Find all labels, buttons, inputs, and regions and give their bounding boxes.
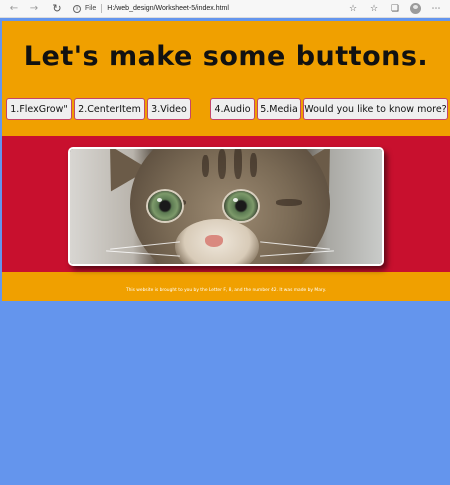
browser-toolbar: ← → ↻ i File H:/web_design/Worksheet-5/i… <box>0 0 450 18</box>
cat-nose <box>205 235 223 247</box>
image-band <box>2 136 450 272</box>
fur-stripe <box>218 149 226 179</box>
reload-icon[interactable]: ↻ <box>49 1 65 17</box>
know-more-button[interactable]: Would you like to know more? <box>303 98 448 120</box>
centeritem-button[interactable]: 2.CenterItem <box>74 98 145 120</box>
page-container: Let's make some buttons. 1.FlexGrow" 2.C… <box>2 21 450 301</box>
info-icon[interactable]: i <box>73 4 81 13</box>
fur-stripe <box>202 155 209 177</box>
browser-actions: ☆ ☆ ❏ ⋯ <box>347 3 442 15</box>
file-label: File <box>85 5 97 12</box>
profile-avatar[interactable] <box>410 3 421 14</box>
address-separator <box>101 4 103 13</box>
flexgrow-button[interactable]: 1.FlexGrow" <box>6 98 72 120</box>
cat-eye-left <box>148 191 182 221</box>
collections-icon[interactable]: ❏ <box>389 3 401 15</box>
media-button[interactable]: 5.Media <box>257 98 301 120</box>
kitten-image <box>68 147 384 266</box>
fur-stripe <box>234 149 242 179</box>
fur-stripe <box>250 153 257 177</box>
address-bar[interactable]: i File H:/web_design/Worksheet-5/index.h… <box>73 2 229 16</box>
footer-text: This website is brought to you by the Le… <box>125 288 327 293</box>
url-text[interactable]: H:/web_design/Worksheet-5/index.html <box>107 5 229 12</box>
cat-eye-right <box>224 191 258 221</box>
audio-button[interactable]: 4.Audio <box>210 98 255 120</box>
more-options-icon[interactable]: ⋯ <box>430 3 442 15</box>
back-arrow-icon[interactable]: ← <box>6 1 22 17</box>
forward-arrow-icon[interactable]: → <box>26 1 42 17</box>
page-title: Let's make some buttons. <box>23 41 429 72</box>
favorite-star-icon[interactable]: ☆ <box>368 3 380 15</box>
fur-stripe <box>276 199 302 206</box>
read-aloud-icon[interactable]: ☆ <box>347 3 359 15</box>
video-button[interactable]: 3.Video <box>147 98 191 120</box>
